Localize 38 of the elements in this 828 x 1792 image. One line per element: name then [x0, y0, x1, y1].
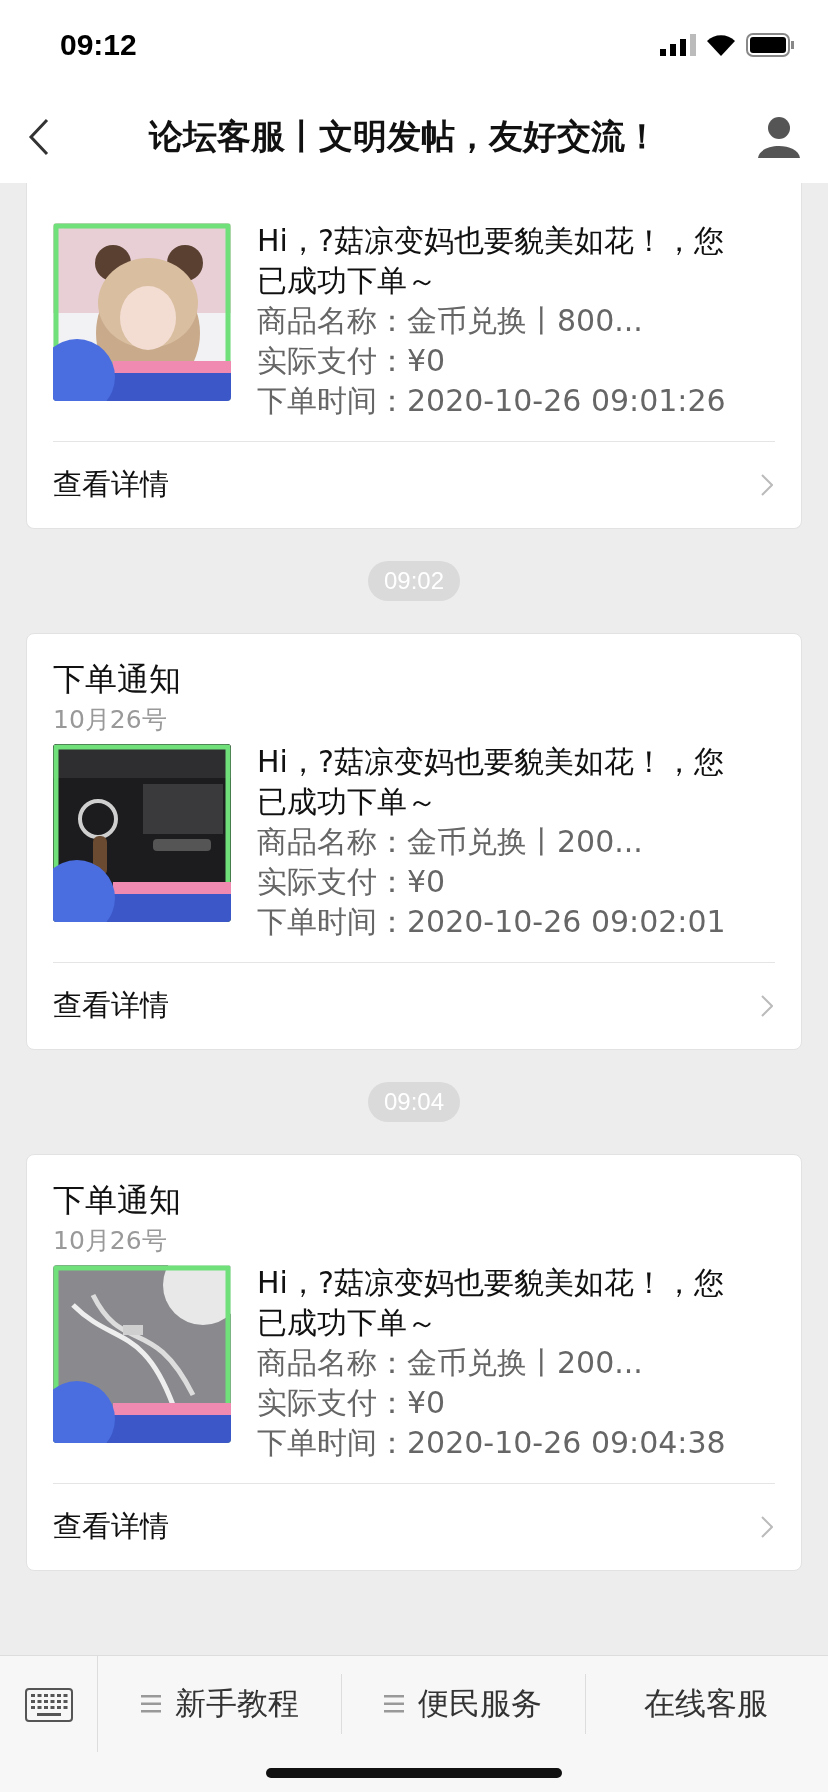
- status-time: 09:12: [60, 28, 137, 62]
- card-date: 10月26号: [53, 704, 168, 736]
- card-title: 下单通知: [53, 659, 182, 700]
- back-icon[interactable]: [28, 117, 50, 156]
- order-greeting: Hi，?菇凉变妈也要貌美如花！，您已成功下单～: [257, 743, 725, 821]
- menu-button[interactable]: 在线客服: [584, 1656, 828, 1752]
- menu-icon: [384, 1695, 404, 1713]
- menu-button[interactable]: 新手教程: [98, 1656, 342, 1752]
- order-time: 下单时间：2020-10-26 09:01:26: [257, 382, 727, 420]
- product-name: 商品名称：金币兑换丨800...: [257, 302, 644, 340]
- order-greeting: Hi，?菇凉变妈也要貌美如花！，您已成功下单～: [257, 1264, 725, 1342]
- details-link[interactable]: 查看详情: [53, 1484, 775, 1570]
- signal-icon: [660, 34, 696, 56]
- menu-icon: [140, 1695, 161, 1713]
- payment-amount: 实际支付：¥0: [257, 1384, 447, 1422]
- chevron-icon: [761, 995, 773, 1017]
- wifi-icon: [706, 34, 736, 56]
- payment-amount: 实际支付：¥0: [257, 342, 447, 380]
- chat-title: 论坛客服丨文明发帖，友好交流！: [149, 114, 659, 158]
- order-time: 下单时间：2020-10-26 09:02:01: [257, 903, 727, 941]
- battery-icon: [746, 33, 794, 57]
- card-title: 下单通知: [53, 1180, 182, 1221]
- order-time: 下单时间：2020-10-26 09:04:38: [257, 1424, 727, 1462]
- order-greeting: Hi，?菇凉变妈也要貌美如花！，您已成功下单～: [257, 222, 725, 300]
- chevron-icon: [761, 474, 773, 496]
- product-name: 商品名称：金币兑换丨200...: [257, 1344, 644, 1382]
- details-label: 查看详情: [53, 466, 169, 503]
- person-icon[interactable]: [758, 115, 800, 158]
- product-name: 商品名称：金币兑换丨200...: [257, 823, 644, 861]
- payment-amount: 实际支付：¥0: [257, 863, 447, 901]
- details-label: 查看详情: [53, 987, 169, 1024]
- details-label: 查看详情: [53, 1508, 169, 1545]
- details-link[interactable]: 查看详情: [53, 963, 775, 1049]
- details-link[interactable]: 查看详情: [53, 442, 775, 528]
- card-date: 10月26号: [53, 1225, 168, 1257]
- chevron-icon: [761, 1516, 773, 1538]
- menu-button[interactable]: 便民服务: [341, 1656, 585, 1752]
- keyboard-icon[interactable]: [24, 1685, 73, 1723]
